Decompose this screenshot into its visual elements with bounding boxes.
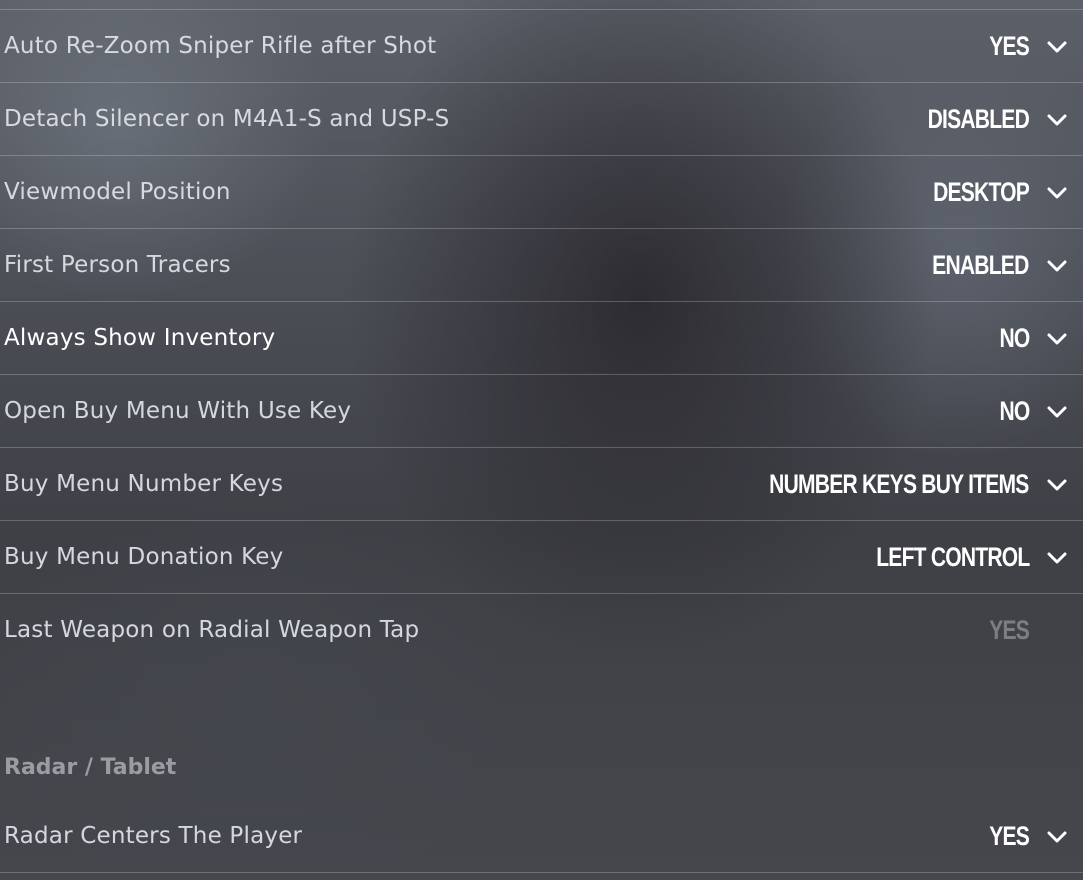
setting-label: Buy Menu Donation Key <box>4 544 284 570</box>
last-weapon-radial-tap-dropdown: YES <box>978 594 1069 667</box>
setting-label: Auto Re-Zoom Sniper Rifle after Shot <box>4 33 437 59</box>
viewmodel-position-dropdown[interactable]: DESKTOP <box>906 156 1069 229</box>
detach-silencer-dropdown[interactable]: DISABLED <box>899 83 1069 156</box>
setting-row-always-show-inventory: Always Show Inventory NO <box>0 302 1083 375</box>
section-title-radar-tablet: Radar / Tablet <box>4 755 177 780</box>
setting-row-buy-menu-number-keys: Buy Menu Number Keys NUMBER KEYS BUY ITE… <box>0 448 1083 521</box>
setting-row-first-person-tracers: First Person Tracers ENABLED <box>0 229 1083 302</box>
setting-label: Viewmodel Position <box>4 179 231 205</box>
setting-label: Detach Silencer on M4A1-S and USP-S <box>4 106 450 132</box>
chevron-down-icon <box>1047 479 1067 490</box>
chevron-down-icon <box>1047 41 1067 52</box>
setting-label: Last Weapon on Radial Weapon Tap <box>4 617 420 643</box>
setting-row-detach-silencer: Detach Silencer on M4A1-S and USP-S DISA… <box>0 83 1083 156</box>
setting-label: Always Show Inventory <box>4 325 276 351</box>
chevron-down-icon <box>1047 260 1067 271</box>
always-show-inventory-dropdown[interactable]: NO <box>991 302 1070 375</box>
chevron-down-icon <box>1047 114 1067 125</box>
chevron-down-icon <box>1047 187 1067 198</box>
auto-rezoom-dropdown[interactable]: YES <box>978 10 1069 83</box>
setting-label: Open Buy Menu With Use Key <box>4 398 352 424</box>
setting-row-last-weapon-radial-tap: Last Weapon on Radial Weapon Tap YES <box>0 594 1083 667</box>
radar-centers-player-dropdown[interactable]: YES <box>978 800 1069 873</box>
setting-label: Buy Menu Number Keys <box>4 471 284 497</box>
setting-row-auto-rezoom: Auto Re-Zoom Sniper Rifle after Shot YES <box>0 10 1083 83</box>
setting-row-open-buy-menu-use-key: Open Buy Menu With Use Key NO <box>0 375 1083 448</box>
dropdown-value: ENABLED <box>932 250 1030 280</box>
dropdown-value: DESKTOP <box>933 177 1030 207</box>
setting-row-viewmodel-position: Viewmodel Position DESKTOP <box>0 156 1083 229</box>
open-buy-menu-use-key-dropdown[interactable]: NO <box>991 375 1070 448</box>
dropdown-value: DISABLED <box>927 104 1030 134</box>
setting-label: Radar Centers The Player <box>4 823 303 849</box>
dropdown-value: NUMBER KEYS BUY ITEMS <box>769 469 1030 499</box>
chevron-down-icon <box>1047 831 1067 842</box>
setting-row-radar-centers-player: Radar Centers The Player YES <box>0 800 1083 873</box>
dropdown-value: NO <box>998 323 1030 353</box>
dropdown-value: YES <box>989 31 1030 61</box>
buy-menu-donation-key-dropdown[interactable]: LEFT CONTROL <box>833 521 1069 594</box>
setting-row-buy-menu-donation-key: Buy Menu Donation Key LEFT CONTROL <box>0 521 1083 594</box>
buy-menu-number-keys-dropdown[interactable]: NUMBER KEYS BUY ITEMS <box>696 448 1069 521</box>
dropdown-value: YES <box>989 615 1030 645</box>
dropdown-value: YES <box>989 821 1030 851</box>
first-person-tracers-dropdown[interactable]: ENABLED <box>905 229 1069 302</box>
chevron-down-icon <box>1047 406 1067 417</box>
dropdown-value: LEFT CONTROL <box>875 542 1030 572</box>
dropdown-value: NO <box>998 396 1030 426</box>
chevron-down-icon <box>1047 333 1067 344</box>
setting-label: First Person Tracers <box>4 252 231 278</box>
chevron-down-icon <box>1047 552 1067 563</box>
